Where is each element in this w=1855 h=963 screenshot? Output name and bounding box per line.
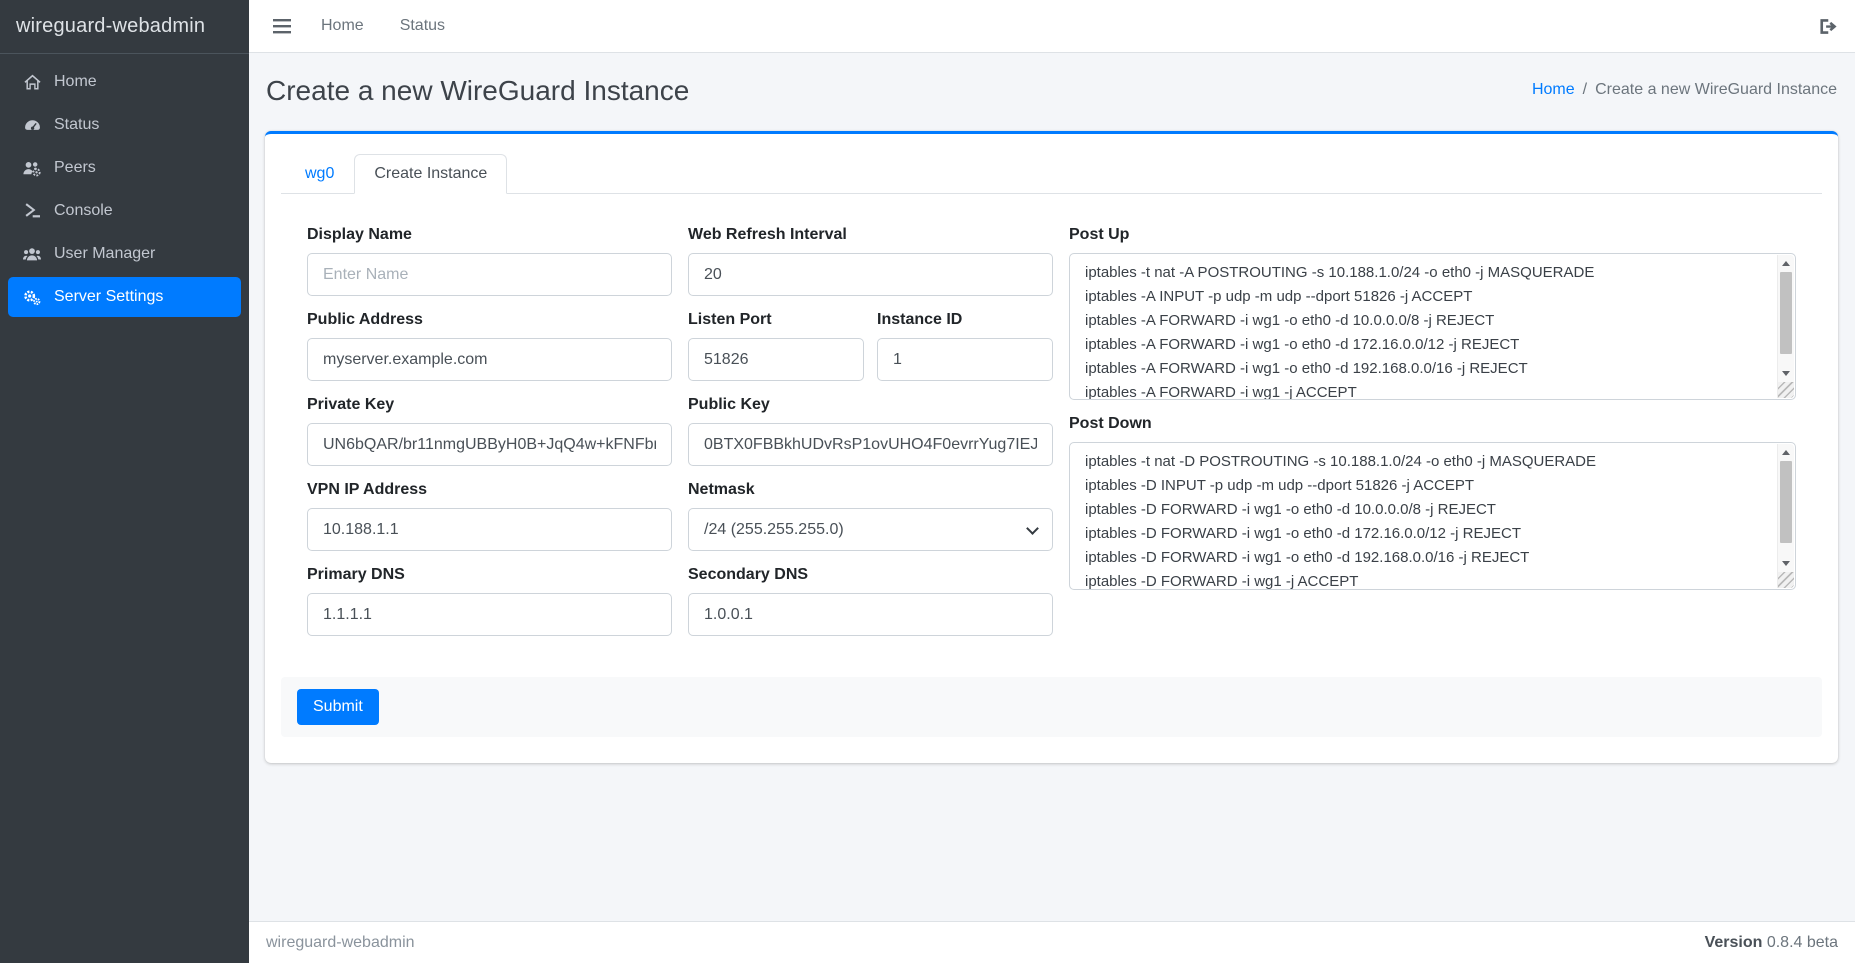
web-refresh-interval-input[interactable] — [688, 253, 1053, 296]
sidebar-item-label: Status — [54, 116, 99, 134]
top-navbar: Home Status — [249, 0, 1855, 53]
users-icon — [18, 246, 46, 263]
sidebar-item-label: Console — [54, 202, 113, 220]
sidebar-item-label: Server Settings — [54, 288, 163, 306]
sidebar-nav: Home Status Peers Console User Manager — [0, 54, 249, 328]
sidebar-item-peers[interactable]: Peers — [8, 148, 241, 188]
instance-card: wg0 Create Instance Display Name Public … — [265, 131, 1838, 763]
home-icon — [18, 74, 46, 91]
form-column-right: Post Up iptables -t nat -A POSTROUTING -… — [1069, 226, 1796, 651]
vpn-ip-label: VPN IP Address — [307, 481, 672, 499]
scrollbar-thumb[interactable] — [1780, 461, 1792, 543]
listen-port-label: Listen Port — [688, 311, 864, 329]
post-up-textarea[interactable]: iptables -t nat -A POSTROUTING -s 10.188… — [1069, 253, 1796, 400]
breadcrumb-current: Create a new WireGuard Instance — [1595, 81, 1837, 98]
form-column-middle: Web Refresh Interval Listen Port Instanc… — [688, 226, 1053, 651]
secondary-dns-label: Secondary DNS — [688, 566, 1053, 584]
post-down-textarea[interactable]: iptables -t nat -D POSTROUTING -s 10.188… — [1069, 442, 1796, 590]
gears-icon — [18, 289, 46, 306]
secondary-dns-input[interactable] — [688, 593, 1053, 636]
post-down-label: Post Down — [1069, 415, 1796, 433]
sidebar: wireguard-webadmin Home Status Peers Con… — [0, 0, 249, 963]
public-key-label: Public Key — [688, 396, 1053, 414]
sign-out-icon[interactable] — [1819, 18, 1838, 35]
sidebar-item-server-settings[interactable]: Server Settings — [8, 277, 241, 317]
scroll-down-arrow-icon[interactable] — [1778, 365, 1794, 381]
page-footer: wireguard-webadmin Version 0.8.4 beta — [249, 921, 1855, 963]
gauge-icon — [18, 117, 46, 134]
post-up-scrollbar[interactable] — [1777, 255, 1794, 398]
tab-create-instance[interactable]: Create Instance — [354, 154, 507, 194]
main-area: Home Status Create a new WireGuard Insta… — [249, 0, 1855, 963]
scrollbar-thumb[interactable] — [1780, 272, 1792, 354]
sidebar-item-status[interactable]: Status — [8, 105, 241, 145]
version-label: Version — [1705, 934, 1763, 951]
page-header: Create a new WireGuard Instance Home / Cre… — [249, 53, 1855, 107]
scroll-down-arrow-icon[interactable] — [1778, 555, 1794, 571]
sidebar-item-user-manager[interactable]: User Manager — [8, 234, 241, 274]
navbar-link-status[interactable]: Status — [400, 17, 445, 35]
submit-button[interactable]: Submit — [297, 689, 379, 725]
footer-brand: wireguard-webadmin — [266, 934, 415, 952]
sidebar-item-label: User Manager — [54, 245, 155, 263]
page-title: Create a new WireGuard Instance — [266, 75, 689, 107]
primary-dns-input[interactable] — [307, 593, 672, 636]
terminal-icon — [18, 203, 46, 219]
public-key-input[interactable] — [688, 423, 1053, 466]
post-down-scrollbar[interactable] — [1777, 444, 1794, 588]
form-column-left: Display Name Public Address Private Key — [307, 226, 672, 651]
primary-dns-label: Primary DNS — [307, 566, 672, 584]
tab-wg0[interactable]: wg0 — [285, 154, 354, 194]
breadcrumb-home-link[interactable]: Home — [1532, 81, 1575, 98]
content: Create a new WireGuard Instance Home / Cre… — [249, 53, 1855, 921]
resize-grip-icon[interactable] — [1778, 382, 1794, 398]
public-address-label: Public Address — [307, 311, 672, 329]
vpn-ip-input[interactable] — [307, 508, 672, 551]
footer-version: Version 0.8.4 beta — [1705, 934, 1838, 952]
netmask-label: Netmask — [688, 481, 1053, 499]
scroll-up-arrow-icon[interactable] — [1778, 255, 1794, 271]
netmask-select[interactable]: /24 (255.255.255.0) — [688, 508, 1053, 551]
instance-form: Display Name Public Address Private Key — [281, 226, 1822, 651]
sidebar-item-label: Home — [54, 73, 97, 91]
version-value: 0.8.4 beta — [1767, 934, 1838, 951]
navbar-link-home[interactable]: Home — [321, 17, 364, 35]
breadcrumb-separator: / — [1583, 81, 1587, 98]
post-up-lines: iptables -t nat -A POSTROUTING -s 10.188… — [1070, 254, 1795, 399]
post-down-lines: iptables -t nat -D POSTROUTING -s 10.188… — [1070, 443, 1795, 589]
instance-id-label: Instance ID — [877, 311, 1053, 329]
sidebar-item-home[interactable]: Home — [8, 62, 241, 102]
menu-icon[interactable] — [273, 19, 291, 34]
listen-port-input[interactable] — [688, 338, 864, 381]
private-key-label: Private Key — [307, 396, 672, 414]
breadcrumb: Home / Create a new WireGuard Instance — [1532, 75, 1837, 99]
users-gear-icon — [18, 160, 46, 177]
sidebar-item-console[interactable]: Console — [8, 191, 241, 231]
web-refresh-interval-label: Web Refresh Interval — [688, 226, 1053, 244]
post-up-label: Post Up — [1069, 226, 1796, 244]
brand-title[interactable]: wireguard-webadmin — [0, 0, 249, 54]
private-key-input[interactable] — [307, 423, 672, 466]
instance-tabs: wg0 Create Instance — [281, 154, 1822, 194]
scroll-up-arrow-icon[interactable] — [1778, 444, 1794, 460]
sidebar-item-label: Peers — [54, 159, 96, 177]
display-name-input[interactable] — [307, 253, 672, 296]
submit-row: Submit — [281, 677, 1822, 737]
instance-id-input[interactable] — [877, 338, 1053, 381]
resize-grip-icon[interactable] — [1778, 572, 1794, 588]
display-name-label: Display Name — [307, 226, 672, 244]
public-address-input[interactable] — [307, 338, 672, 381]
